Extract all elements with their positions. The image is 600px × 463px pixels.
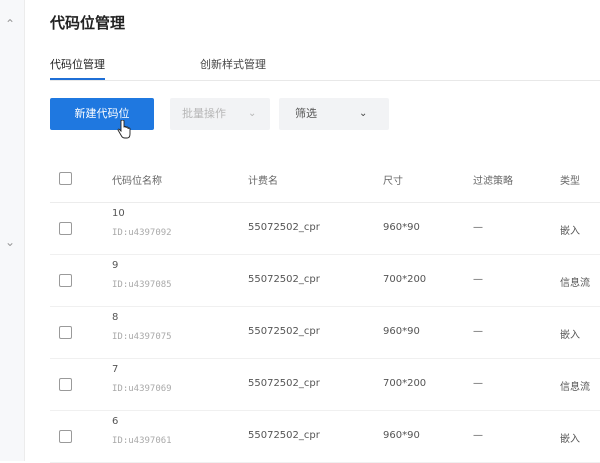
- row-id: ID:u4397085: [112, 280, 172, 290]
- row-id: ID:u4397092: [112, 228, 172, 238]
- row-type: 信息流: [560, 382, 590, 393]
- row-filter: —: [473, 326, 483, 337]
- header-type: 类型: [560, 176, 580, 187]
- row-type: 嵌入: [560, 434, 580, 445]
- row-filter: —: [473, 430, 483, 441]
- row-size: 700*200: [383, 274, 427, 285]
- row-id: ID:u4397075: [112, 332, 172, 342]
- row-name[interactable]: 6: [112, 416, 118, 427]
- row-type: 嵌入: [560, 226, 580, 237]
- row-filter: —: [473, 274, 483, 285]
- filter-label: 筛选: [295, 107, 317, 120]
- row-name[interactable]: 7: [112, 364, 118, 375]
- row-billing: 55072502_cpr: [248, 430, 320, 441]
- new-adslot-button[interactable]: 新建代码位: [50, 98, 154, 130]
- tab-adslot-management[interactable]: 代码位管理: [50, 56, 105, 80]
- header-filter-strategy: 过滤策略: [473, 176, 513, 187]
- table-row: 8 ID:u4397075 55072502_cpr 960*90 — 嵌入: [50, 306, 600, 359]
- row-checkbox[interactable]: [59, 430, 72, 443]
- table-row: 10 ID:u4397092 55072502_cpr 960*90 — 嵌入: [50, 202, 600, 255]
- row-id: ID:u4397069: [112, 384, 172, 394]
- row-billing: 55072502_cpr: [248, 222, 320, 233]
- chevron-down-icon: ⌄: [359, 108, 368, 119]
- header-billing: 计费名: [248, 176, 278, 187]
- row-billing: 55072502_cpr: [248, 326, 320, 337]
- row-checkbox[interactable]: [59, 222, 72, 235]
- side-nav-strip: ⌃ ⌄: [0, 0, 25, 461]
- row-filter: —: [473, 222, 483, 233]
- row-checkbox[interactable]: [59, 274, 72, 287]
- table-row: 6 ID:u4397061 55072502_cpr 960*90 — 嵌入: [50, 410, 600, 463]
- chevron-up-icon[interactable]: ⌃: [4, 18, 16, 30]
- header-name: 代码位名称: [112, 176, 162, 187]
- row-filter: —: [473, 378, 483, 389]
- header-size: 尺寸: [383, 176, 403, 187]
- table-row: 7 ID:u4397069 55072502_cpr 700*200 — 信息流: [50, 358, 600, 411]
- row-size: 960*90: [383, 430, 420, 441]
- page-title: 代码位管理: [50, 14, 126, 32]
- row-checkbox[interactable]: [59, 378, 72, 391]
- row-checkbox[interactable]: [59, 326, 72, 339]
- row-billing: 55072502_cpr: [248, 378, 320, 389]
- select-all-checkbox[interactable]: [59, 172, 72, 185]
- batch-operation-dropdown[interactable]: 批量操作 ⌄: [170, 98, 270, 130]
- row-type: 嵌入: [560, 330, 580, 341]
- chevron-down-icon: ⌄: [248, 108, 257, 119]
- hand-cursor-icon: [117, 120, 131, 139]
- row-name[interactable]: 9: [112, 260, 118, 271]
- row-size: 700*200: [383, 378, 427, 389]
- tab-bar: 代码位管理 创新样式管理: [50, 54, 600, 81]
- row-id: ID:u4397061: [112, 436, 172, 446]
- row-type: 信息流: [560, 278, 590, 289]
- chevron-down-icon[interactable]: ⌄: [4, 236, 16, 248]
- row-size: 960*90: [383, 326, 420, 337]
- tab-creative-style-management[interactable]: 创新样式管理: [200, 56, 266, 78]
- batch-operation-label: 批量操作: [182, 107, 226, 120]
- row-size: 960*90: [383, 222, 420, 233]
- row-billing: 55072502_cpr: [248, 274, 320, 285]
- table-header: 代码位名称 计费名 尺寸 过滤策略 类型: [50, 152, 600, 203]
- row-name[interactable]: 8: [112, 312, 118, 323]
- row-name[interactable]: 10: [112, 208, 125, 219]
- table-row: 9 ID:u4397085 55072502_cpr 700*200 — 信息流: [50, 254, 600, 307]
- filter-dropdown[interactable]: 筛选 ⌄: [279, 98, 389, 130]
